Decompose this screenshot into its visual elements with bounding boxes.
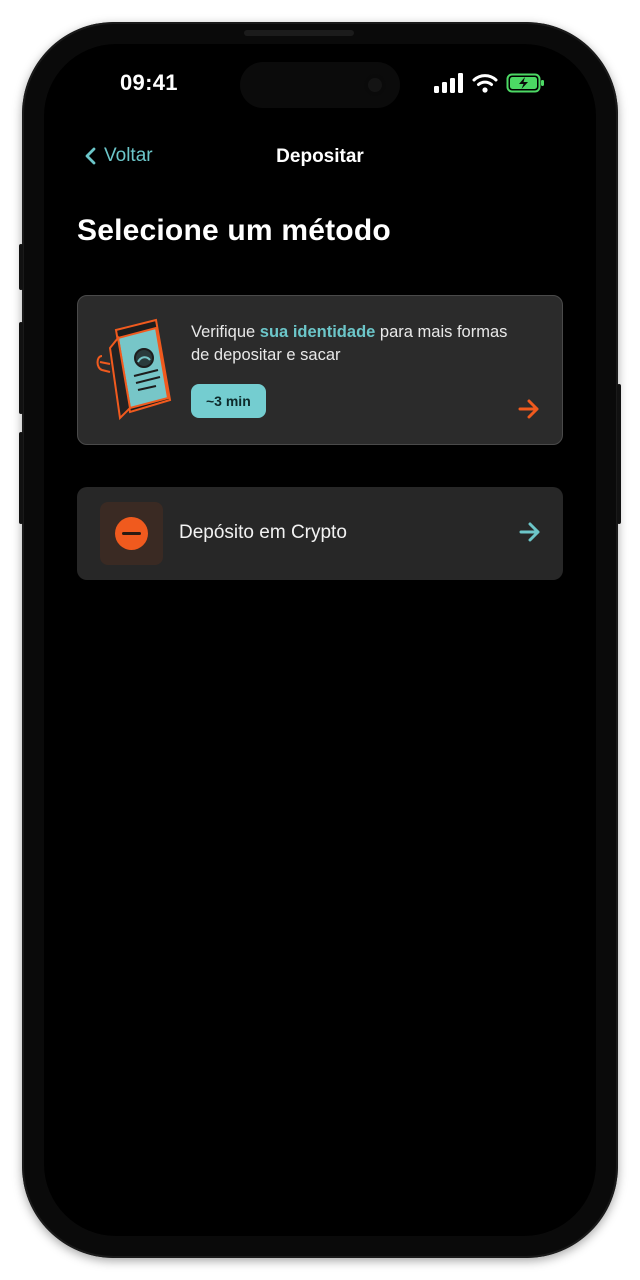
status-time: 09:41 <box>120 70 178 95</box>
crypto-coin-dash <box>122 532 141 535</box>
verify-identity-card[interactable]: Verifique sua identidade para mais forma… <box>77 295 563 445</box>
camera-icon <box>364 74 386 96</box>
signal-icon <box>434 73 463 93</box>
verify-text-before: Verifique <box>191 323 260 341</box>
arrow-right-icon <box>518 399 539 419</box>
wifi-icon <box>472 74 498 93</box>
section-title: Selecione um método <box>77 214 391 247</box>
crypto-deposit-label: Depósito em Crypto <box>179 522 347 543</box>
page-title: Depositar <box>276 146 364 167</box>
dynamic-island <box>240 62 400 108</box>
verify-identity-text: Verifique sua identidade para mais forma… <box>191 321 511 367</box>
volume-down-button <box>19 432 23 524</box>
verify-text-highlight: sua identidade <box>259 323 376 341</box>
id-document-icon <box>96 318 172 421</box>
time-estimate-badge: ~3 min <box>191 384 266 418</box>
power-button <box>617 384 621 524</box>
earpiece-speaker <box>244 30 354 36</box>
volume-up-button <box>19 322 23 414</box>
crypto-deposit-option[interactable]: Depósito em Crypto <box>77 487 563 580</box>
app-screen: 09:41 Voltar Depositar Selecione um méto… <box>44 44 596 1236</box>
crypto-coin-icon <box>100 502 163 565</box>
battery-charging-icon <box>506 73 544 93</box>
arrow-right-icon <box>519 522 540 542</box>
action-button <box>19 244 23 290</box>
